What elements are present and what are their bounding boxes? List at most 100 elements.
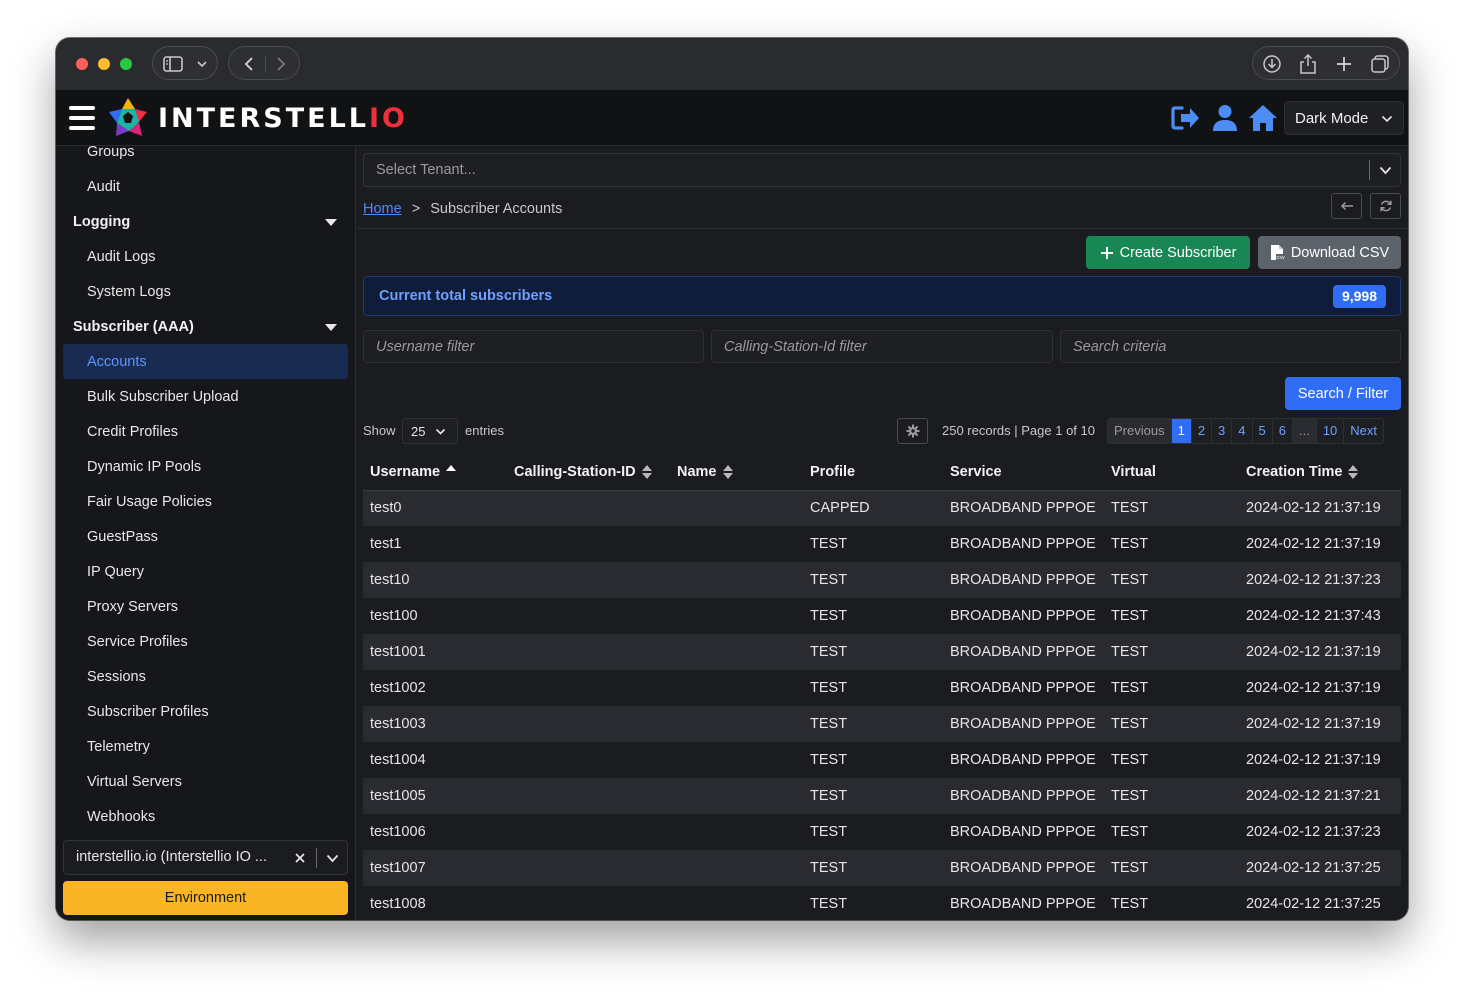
column-header-calling-station-id[interactable]: Calling-Station-ID [507,454,670,491]
sidebar-item-service-profiles[interactable]: Service Profiles [87,632,188,652]
sidebar: Groups Audit Logging Audit Logs System L… [56,146,356,920]
profile-cell: TEST [803,706,943,742]
sidebar-item-ip-query[interactable]: IP Query [87,562,144,582]
caret-down-icon[interactable] [325,219,337,226]
table-row[interactable]: test0 CAPPED BROADBAND PPPOE TEST 2024-02-12… [363,490,1401,526]
tenant-switcher-select[interactable]: interstellio.io (Interstellio IO ... [63,840,348,875]
table-row[interactable]: test1003 TEST BROADBAND PPPOE TEST 2024-02-1… [363,706,1401,742]
pagination-page[interactable]: 4 [1232,419,1253,443]
search-criteria-input[interactable] [1061,331,1400,362]
tab-overview-icon[interactable] [1365,47,1395,81]
select-tenant-dropdown[interactable]: Select Tenant... [363,153,1401,187]
zoom-window-button[interactable] [120,58,132,70]
chevron-down-icon[interactable] [1379,166,1392,175]
profile-cell: TEST [803,526,943,562]
forward-icon[interactable] [267,47,295,81]
table-row[interactable]: test100 TEST BROADBAND PPPOE TEST 2024-02-12… [363,598,1401,634]
table-row[interactable]: test1001 TEST BROADBAND PPPOE TEST 2024-02-1… [363,634,1401,670]
sidebar-item-groups[interactable]: Groups [87,146,135,162]
table-row[interactable]: test1008 TEST BROADBAND PPPOE TEST 2024-02-1… [363,886,1401,920]
sidebar-toggle-group[interactable] [152,46,218,80]
sidebar-section-logging[interactable]: Logging [73,212,130,232]
column-settings-button[interactable] [897,418,928,444]
sidebar-item-sessions[interactable]: Sessions [87,667,146,687]
pagination-page[interactable]: 2 [1192,419,1213,443]
column-header-name[interactable]: Name [670,454,803,491]
new-tab-icon[interactable] [1329,47,1359,81]
table-row[interactable]: test10 TEST BROADBAND PPPOE TEST 2024-02-12 … [363,562,1401,598]
table-row[interactable]: test1004 TEST BROADBAND PPPOE TEST 2024-02-1… [363,742,1401,778]
username-cell[interactable]: test1004 [363,742,507,778]
username-cell[interactable]: test1002 [363,670,507,706]
sidebar-section-subscriber[interactable]: Subscriber (AAA) [73,317,194,337]
username-cell[interactable]: test1001 [363,634,507,670]
column-header-creation-time[interactable]: Creation Time [1239,454,1401,491]
page-length-value: 25 [411,423,426,439]
sidebar-item-audit[interactable]: Audit [87,177,120,197]
chevron-down-icon[interactable] [326,854,339,863]
breadcrumb-home-link[interactable]: Home [363,201,402,217]
caret-down-icon[interactable] [325,324,337,331]
pagination-previous[interactable]: Previous [1108,419,1172,443]
username-cell[interactable]: test1003 [363,706,507,742]
back-icon[interactable] [235,47,263,81]
sidebar-item-subscriber-profiles[interactable]: Subscriber Profiles [87,702,209,722]
menu-toggle-icon[interactable] [69,106,95,130]
username-cell[interactable]: test1005 [363,778,507,814]
username-cell[interactable]: test1008 [363,886,507,920]
sidebar-item-proxy-servers[interactable]: Proxy Servers [87,597,178,617]
logout-icon[interactable] [1170,102,1202,134]
pagination-page[interactable]: 6 [1273,419,1293,443]
home-icon[interactable] [1247,102,1279,134]
share-icon[interactable] [1293,47,1323,81]
minimize-window-button[interactable] [98,58,110,70]
sidebar-item-dynamic-ip-pools[interactable]: Dynamic IP Pools [87,457,201,477]
table-row[interactable]: test1 TEST BROADBAND PPPOE TEST 2024-02-12 2… [363,526,1401,562]
pagination-page[interactable]: 1 [1171,419,1192,443]
sidebar-item-system-logs[interactable]: System Logs [87,282,171,302]
clear-icon[interactable] [294,852,306,864]
username-filter-input[interactable] [364,331,703,362]
sidebar-item-fair-usage[interactable]: Fair Usage Policies [87,492,212,512]
sidebar-item-telemetry[interactable]: Telemetry [87,737,150,757]
user-icon[interactable] [1209,102,1241,134]
close-window-button[interactable] [76,58,88,70]
table-row[interactable]: test1002 TEST BROADBAND PPPOE TEST 2024-02-1… [363,670,1401,706]
username-cell[interactable]: test1 [363,526,507,562]
pagination-page[interactable]: 3 [1212,419,1233,443]
create-subscriber-button[interactable]: Create Subscriber [1086,236,1250,269]
sidebar-item-accounts[interactable]: Accounts [87,352,147,372]
sidebar-item-webhooks[interactable]: Webhooks [87,807,155,827]
username-cell[interactable]: test1007 [363,850,507,886]
sort-icon [722,464,733,479]
column-header-username[interactable]: Username [363,454,507,491]
table-row[interactable]: test1007 TEST BROADBAND PPPOE TEST 2024-02-1… [363,850,1401,886]
column-header-virtual: Virtual [1104,454,1239,491]
calling-station-cell [507,814,670,850]
dark-mode-select[interactable]: Dark Mode [1284,101,1404,135]
sidebar-item-bulk-upload[interactable]: Bulk Subscriber Upload [87,387,239,407]
username-cell[interactable]: test0 [363,490,507,526]
sort-icon [1348,464,1359,479]
refresh-button[interactable] [1370,193,1401,219]
calling-station-filter-input[interactable] [712,331,1052,362]
environment-button[interactable]: Environment [63,881,348,915]
sidebar-item-virtual-servers[interactable]: Virtual Servers [87,772,182,792]
pagination-page[interactable]: 10 [1317,419,1345,443]
download-csv-button[interactable]: csv Download CSV [1258,236,1401,269]
sidebar-item-guestpass[interactable]: GuestPass [87,527,158,547]
pagination-next[interactable]: Next [1344,419,1383,443]
username-cell[interactable]: test1006 [363,814,507,850]
username-cell[interactable]: test10 [363,562,507,598]
username-cell[interactable]: test100 [363,598,507,634]
table-row[interactable]: test1006 TEST BROADBAND PPPOE TEST 2024-02-1… [363,814,1401,850]
pagination-page[interactable]: 5 [1253,419,1273,443]
sidebar-icon [161,47,185,81]
sidebar-item-credit-profiles[interactable]: Credit Profiles [87,422,178,442]
search-filter-button[interactable]: Search / Filter [1285,377,1401,410]
table-row[interactable]: test1005 TEST BROADBAND PPPOE TEST 2024-02-1… [363,778,1401,814]
downloads-icon[interactable] [1257,47,1287,81]
back-button[interactable] [1331,193,1362,219]
page-length-select[interactable]: 25 [402,418,458,444]
sidebar-item-audit-logs[interactable]: Audit Logs [87,247,156,267]
